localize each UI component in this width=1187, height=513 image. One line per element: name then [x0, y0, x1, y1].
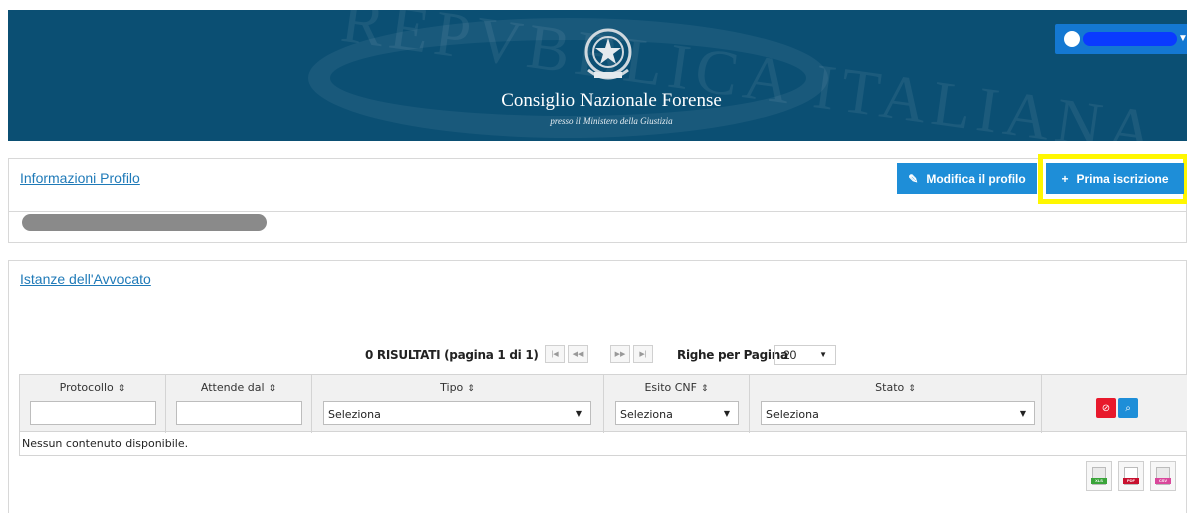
chevron-down-icon: ▼ — [819, 350, 827, 359]
sort-icon: ⇕ — [117, 384, 126, 394]
next-page-icon[interactable]: ▶▶ — [610, 345, 630, 363]
column-esito-cnf[interactable]: Esito CNF ⇕ Seleziona ▼ — [604, 375, 750, 433]
prev-page-icon[interactable]: ◀◀ — [568, 345, 588, 363]
column-title: Protocollo — [59, 381, 114, 394]
last-page-icon[interactable]: ▶| — [633, 345, 653, 363]
select-value: Seleziona — [766, 408, 819, 421]
attende-dal-filter-input[interactable] — [176, 401, 302, 425]
stato-filter-select[interactable]: Seleziona ▼ — [761, 401, 1035, 425]
column-stato[interactable]: Stato ⇕ Seleziona ▼ — [750, 375, 1042, 433]
rows-per-page-label: Righe per Pagina — [677, 348, 788, 362]
table-header: Protocollo ⇕ Attende dal ⇕ Tipo ⇕ Seleziona… — [19, 374, 1187, 433]
select-value: Seleziona — [620, 408, 673, 421]
csv-icon: CSV — [1155, 467, 1171, 485]
rows-per-page-select[interactable]: 20 ▼ — [774, 345, 836, 365]
search-icon[interactable]: ⌕ — [1118, 398, 1138, 418]
prima-iscrizione-label: Prima iscrizione — [1076, 171, 1169, 186]
redacted-name — [22, 214, 267, 231]
column-attende-dal[interactable]: Attende dal ⇕ — [166, 375, 312, 433]
emblem-icon — [584, 28, 632, 80]
rows-per-page-value: 20 — [783, 348, 797, 362]
column-title: Attende dal — [200, 381, 265, 394]
column-title: Esito CNF — [644, 381, 697, 394]
results-count: 0 RISULTATI (pagina 1 di 1) — [365, 348, 539, 362]
pagination-bar: 0 RISULTATI (pagina 1 di 1) |◀ ◀◀ ▶▶ ▶| … — [9, 345, 1186, 365]
istanze-panel: Istanze dell'Avvocato 0 RISULTATI (pagin… — [8, 260, 1187, 513]
column-protocollo[interactable]: Protocollo ⇕ — [20, 375, 166, 433]
column-actions: ⊘ ⌕ — [1042, 375, 1187, 433]
istanze-table: Protocollo ⇕ Attende dal ⇕ Tipo ⇕ Seleziona… — [19, 374, 1187, 456]
column-title: Stato — [875, 381, 905, 394]
tipo-filter-select[interactable]: Seleziona ▼ — [323, 401, 591, 425]
sort-icon: ⇕ — [908, 384, 916, 394]
site-header: REPVBBLICA ITALIANA Consiglio Nazionale … — [8, 10, 1187, 141]
user-name-redacted — [1083, 32, 1177, 46]
column-tipo[interactable]: Tipo ⇕ Seleziona ▼ — [312, 375, 604, 433]
protocollo-filter-input[interactable] — [30, 401, 156, 425]
pencil-icon: ✎ — [908, 171, 919, 186]
chevron-down-icon: ▼ — [1178, 33, 1187, 44]
profile-panel: Informazioni Profilo ✎ Modifica il profi… — [8, 154, 1187, 243]
export-xls-button[interactable]: XLS — [1086, 461, 1112, 491]
plus-icon: + — [1061, 171, 1069, 186]
header-subtitle: presso il Ministero della Giustizia — [550, 116, 673, 126]
profile-info-link[interactable]: Informazioni Profilo — [20, 170, 140, 186]
modify-profile-button[interactable]: ✎ Modifica il profilo — [897, 163, 1037, 194]
header-title: Consiglio Nazionale Forense — [501, 90, 722, 111]
select-value: Seleziona — [328, 408, 381, 421]
esito-cnf-filter-select[interactable]: Seleziona ▼ — [615, 401, 739, 425]
chevron-down-icon: ▼ — [1019, 409, 1026, 418]
istanze-link[interactable]: Istanze dell'Avvocato — [20, 271, 151, 287]
chevron-down-icon: ▼ — [723, 409, 730, 418]
sort-icon: ⇕ — [268, 384, 277, 394]
clear-filter-icon[interactable]: ⊘ — [1096, 398, 1116, 418]
sort-icon: ⇕ — [700, 384, 709, 394]
divider — [9, 211, 1186, 212]
xls-icon: XLS — [1091, 467, 1107, 485]
avatar — [1064, 31, 1080, 47]
pdf-icon: PDF — [1123, 467, 1139, 485]
export-pdf-button[interactable]: PDF — [1118, 461, 1144, 491]
empty-message: Nessun contenuto disponibile. — [19, 432, 1187, 456]
sort-icon: ⇕ — [467, 384, 475, 394]
column-title: Tipo — [440, 381, 464, 394]
user-menu[interactable]: ▼ — [1055, 24, 1187, 54]
chevron-down-icon: ▼ — [575, 409, 582, 418]
modify-profile-label: Modifica il profilo — [926, 171, 1026, 186]
first-page-icon[interactable]: |◀ — [545, 345, 565, 363]
prima-iscrizione-button[interactable]: + Prima iscrizione — [1046, 163, 1184, 194]
export-csv-button[interactable]: CSV — [1150, 461, 1176, 491]
